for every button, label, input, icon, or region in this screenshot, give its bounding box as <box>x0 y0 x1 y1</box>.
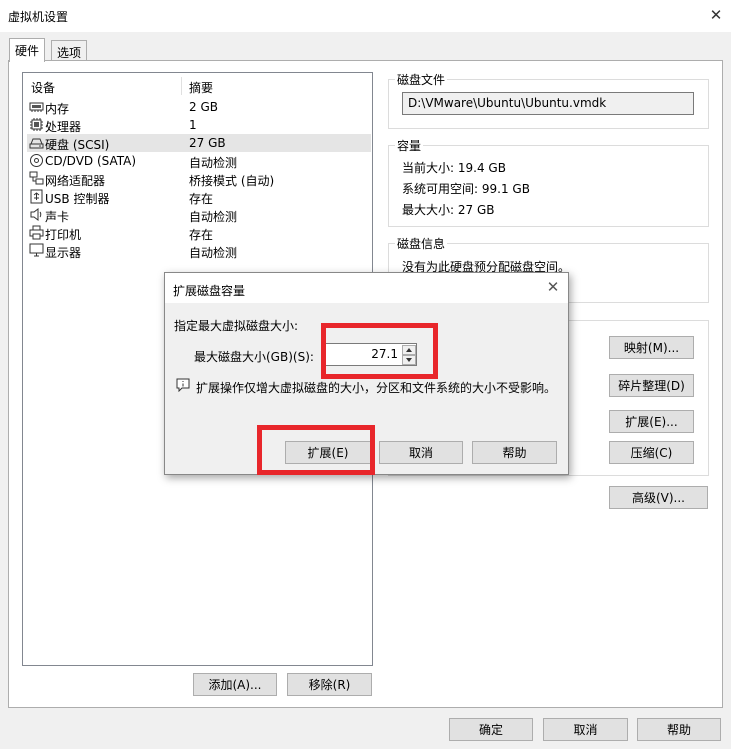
map-button[interactable]: 映射(M)... <box>609 336 694 359</box>
max-size-text: 最大大小: 27 GB <box>402 203 495 217</box>
device-name: USB 控制器 <box>45 192 110 206</box>
device-column-header[interactable]: 设备 <box>31 79 55 96</box>
info-icon <box>176 378 190 392</box>
expand-disk-button[interactable]: 扩展(E)... <box>609 410 694 433</box>
device-summary: 自动检测 <box>189 246 238 260</box>
device-row-sound-card[interactable]: 声卡 自动检测 <box>27 206 371 224</box>
device-summary: 27 GB <box>189 136 226 150</box>
disk-file-group-title: 磁盘文件 <box>395 71 448 88</box>
remove-device-button[interactable]: 移除(R) <box>287 673 372 696</box>
network-adapter-icon <box>29 171 44 185</box>
device-row-processor[interactable]: 处理器 1 <box>27 116 371 134</box>
summary-column-header[interactable]: 摘要 <box>189 79 213 96</box>
device-row-network-adapter[interactable]: 网络适配器 桥接模式 (自动) <box>27 170 371 188</box>
device-summary: 存在 <box>189 228 214 242</box>
add-device-button[interactable]: 添加(A)... <box>193 673 277 696</box>
cancel-button[interactable]: 取消 <box>543 718 628 741</box>
hard-disk-icon <box>29 138 44 149</box>
close-icon[interactable]: ✕ <box>707 6 725 24</box>
window-title: 虚拟机设置 <box>8 10 69 24</box>
dialog-cancel-button[interactable]: 取消 <box>379 441 463 464</box>
usb-controller-icon <box>30 189 43 204</box>
dialog-close-icon[interactable]: ✕ <box>544 278 562 298</box>
device-row-memory[interactable]: 内存 2 GB <box>27 98 371 116</box>
dialog-help-button[interactable]: 帮助 <box>472 441 557 464</box>
processor-icon <box>30 118 43 131</box>
device-summary: 自动检测 <box>189 210 238 224</box>
device-row-printer[interactable]: 打印机 存在 <box>27 224 371 242</box>
device-row-display[interactable]: 显示器 自动检测 <box>27 242 371 260</box>
device-summary: 桥接模式 (自动) <box>189 174 275 188</box>
device-name: CD/DVD (SATA) <box>45 154 137 168</box>
display-icon <box>29 243 44 257</box>
dialog-titlebar: 扩展磁盘容量 ✕ <box>165 273 568 303</box>
device-name: 内存 <box>45 102 70 116</box>
device-name: 处理器 <box>45 120 82 134</box>
device-name: 网络适配器 <box>45 174 106 188</box>
window-titlebar: 虚拟机设置 ✕ <box>0 0 731 32</box>
highlight-expand-button <box>257 425 375 475</box>
device-name: 声卡 <box>45 210 70 224</box>
ok-button[interactable]: 确定 <box>449 718 533 741</box>
help-button[interactable]: 帮助 <box>637 718 721 741</box>
cd-dvd-icon <box>30 154 43 167</box>
disk-info-group-title: 磁盘信息 <box>395 235 448 252</box>
highlight-size-field <box>321 323 438 379</box>
device-summary: 自动检测 <box>189 156 238 170</box>
max-disk-size-label: 最大磁盘大小(GB)(S): <box>194 350 314 364</box>
device-name: 打印机 <box>45 228 82 242</box>
device-row-hard-disk[interactable]: 硬盘 (SCSI) 27 GB <box>27 134 371 152</box>
sound-card-icon <box>30 208 42 221</box>
current-size-text: 当前大小: 19.4 GB <box>402 161 506 175</box>
device-row-cd-dvd[interactable]: CD/DVD (SATA) 自动检测 <box>27 152 371 170</box>
capacity-group-title: 容量 <box>395 137 424 154</box>
advanced-button[interactable]: 高级(V)... <box>609 486 708 509</box>
system-free-space-text: 系统可用空间: 99.1 GB <box>402 182 530 196</box>
compact-button[interactable]: 压缩(C) <box>609 441 694 464</box>
defragment-button[interactable]: 碎片整理(D) <box>609 374 694 397</box>
device-summary: 2 GB <box>189 100 218 114</box>
dialog-info-text: 扩展操作仅增大虚拟磁盘的大小，分区和文件系统的大小不受影响。 <box>196 381 557 395</box>
printer-icon <box>29 225 44 240</box>
dialog-title: 扩展磁盘容量 <box>173 284 246 298</box>
disk-file-path[interactable]: D:\VMware\Ubuntu\Ubuntu.vmdk <box>402 92 694 115</box>
device-name: 显示器 <box>45 246 82 260</box>
device-name: 硬盘 (SCSI) <box>45 138 110 152</box>
memory-icon <box>29 102 44 112</box>
tab-hardware[interactable]: 硬件 <box>9 38 46 62</box>
dialog-prompt: 指定最大虚拟磁盘大小: <box>174 319 299 333</box>
device-summary: 存在 <box>189 192 214 206</box>
device-row-usb-controller[interactable]: USB 控制器 存在 <box>27 188 371 206</box>
device-summary: 1 <box>189 118 197 132</box>
tab-options[interactable]: 选项 <box>51 40 88 60</box>
